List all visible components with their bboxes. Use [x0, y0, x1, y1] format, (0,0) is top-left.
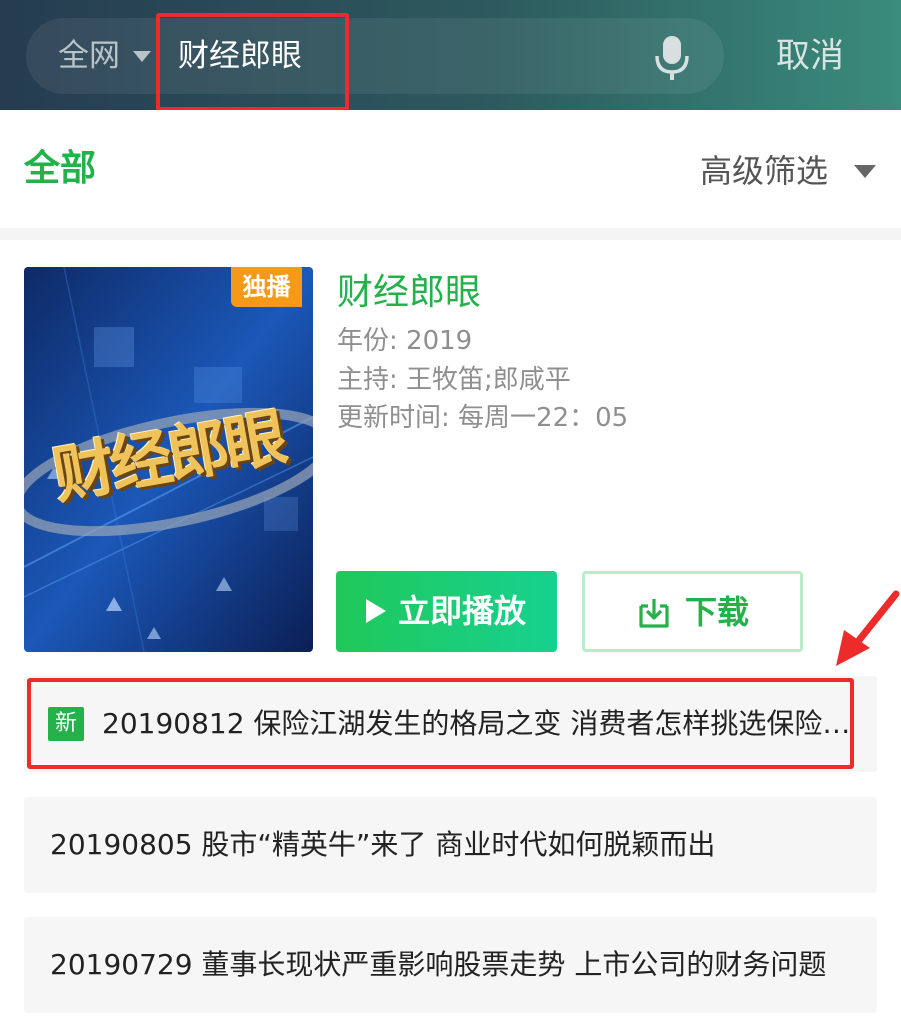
- section-divider: [0, 228, 901, 240]
- download-icon: [639, 599, 669, 628]
- microphone-icon[interactable]: [652, 34, 692, 82]
- play-now-label: 立即播放: [398, 592, 527, 630]
- play-icon: [366, 599, 386, 623]
- cancel-button[interactable]: 取消: [776, 34, 844, 78]
- annotation-episode-highlight: [27, 678, 854, 769]
- annotation-arrow-down: [836, 590, 900, 666]
- dropdown-caret-icon[interactable]: [133, 51, 151, 62]
- show-title[interactable]: 财经郎眼: [337, 270, 481, 316]
- advanced-filter-button[interactable]: 高级筛选: [700, 150, 828, 192]
- show-poster[interactable]: 财经郎眼: [24, 267, 313, 652]
- exclusive-badge: 独播: [231, 267, 302, 307]
- search-bar[interactable]: [26, 18, 724, 94]
- show-update-time: 更新时间: 每周一22：05: [337, 403, 629, 433]
- annotation-search-highlight: [156, 13, 349, 111]
- download-button[interactable]: 下载: [582, 571, 803, 652]
- play-now-button[interactable]: 立即播放: [336, 571, 557, 652]
- episode-title: 20190729 董事长现状严重影响股票走势 上市公司的财务问题: [50, 948, 827, 981]
- episode-item[interactable]: 20190805 股市“精英牛”来了 商业时代如何脱颖而出: [24, 797, 877, 893]
- episode-item[interactable]: 20190729 董事长现状严重影响股票走势 上市公司的财务问题: [24, 917, 877, 1013]
- download-label: 下载: [685, 593, 750, 631]
- search-scope-selector[interactable]: 全网: [58, 36, 120, 76]
- tab-all[interactable]: 全部: [24, 146, 96, 192]
- show-host: 主持: 王牧笛;郎咸平: [337, 365, 571, 395]
- dropdown-caret-icon[interactable]: [854, 165, 876, 178]
- episode-title: 20190805 股市“精英牛”来了 商业时代如何脱颖而出: [50, 828, 716, 861]
- show-year: 年份: 2019: [337, 326, 473, 356]
